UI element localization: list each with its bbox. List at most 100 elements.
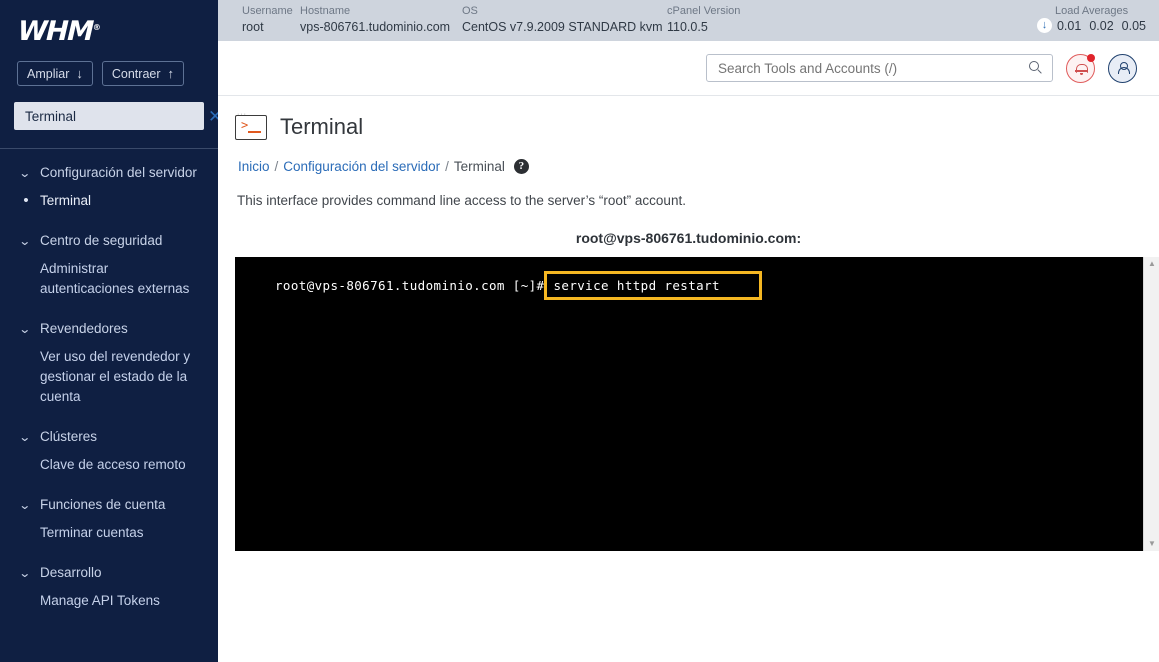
breadcrumb-separator: / <box>274 159 279 174</box>
whm-logo-text: WHM® <box>17 16 101 47</box>
arrow-down-icon: ↓ <box>76 66 83 81</box>
terminal-container: root@vps-806761.tudominio.com [~]# servi… <box>235 257 1159 551</box>
active-bullet-icon: • <box>23 192 29 209</box>
sidebar-group-clusteres[interactable]: ⌄ Clústeres <box>0 422 218 452</box>
info-username-value: root <box>242 20 264 34</box>
terminal-heading: root@vps-806761.tudominio.com: <box>575 230 802 246</box>
info-os: OS CentOS v7.9.2009 STANDARD kvm <box>462 4 667 36</box>
sidebar-search-input[interactable] <box>25 108 202 124</box>
load-1min: 0.01 <box>1056 18 1082 33</box>
sidebar-expand-collapse-controls: Ampliar ↓ Contraer ↑ <box>0 49 218 86</box>
sidebar-item-label: Administrar autenticaciones externas <box>40 261 190 296</box>
arrow-up-icon: ↑ <box>167 66 175 81</box>
sidebar-item-manage-api-tokens[interactable]: Manage API Tokens <box>0 588 218 614</box>
sidebar-item-label: Ver uso del revendedor y gestionar el es… <box>40 349 191 404</box>
sidebar-item-ver-uso-del-revendedor[interactable]: Ver uso del revendedor y gestionar el es… <box>0 344 218 410</box>
sidebar-item-clave-de-acceso-remoto[interactable]: Clave de acceso remoto <box>0 452 218 478</box>
global-search-box[interactable] <box>706 54 1053 82</box>
terminal-prompt: root@vps-806761.tudominio.com [~]# <box>275 278 545 293</box>
nav-group-account-functions: ⌄ Funciones de cuenta Terminar cuentas <box>0 490 218 546</box>
nav-group-server-configuration: ⌄ Configuración del servidor • Terminal <box>0 158 218 214</box>
scroll-down-icon[interactable]: ▼ <box>1148 540 1156 548</box>
sidebar-group-label: Desarrollo <box>40 565 102 580</box>
breadcrumb-home-link[interactable]: Inicio <box>238 159 270 174</box>
terminal-screen[interactable]: root@vps-806761.tudominio.com [~]# servi… <box>235 257 1143 551</box>
sidebar-group-label: Clústeres <box>40 429 98 444</box>
notification-badge <box>1087 53 1095 62</box>
notifications-button[interactable] <box>1066 53 1095 83</box>
search-icon[interactable] <box>1029 61 1043 75</box>
whm-logo[interactable]: WHM® <box>0 0 218 49</box>
search-input[interactable] <box>718 60 1029 76</box>
info-hostname: Hostname vps-806761.tudominio.com <box>300 4 462 36</box>
breadcrumb-separator: / <box>445 159 449 174</box>
load-15min: 0.05 <box>1121 18 1146 33</box>
sidebar-item-label: Terminal <box>40 193 92 208</box>
terminal-scrollbar[interactable]: ▲ ▼ <box>1143 257 1159 551</box>
chevron-down-icon: ⌄ <box>18 166 32 180</box>
sidebar-group-funciones-de-cuenta[interactable]: ⌄ Funciones de cuenta <box>0 490 218 520</box>
scroll-up-icon[interactable]: ▲ <box>1148 260 1156 268</box>
load-numbers: 0.01 0.02 0.05 <box>1057 19 1146 33</box>
help-icon[interactable]: ? <box>513 159 529 174</box>
info-username-label: Username <box>242 5 293 17</box>
sidebar-group-label: Centro de seguridad <box>40 233 163 248</box>
sidebar-group-centro-de-seguridad[interactable]: ⌄ Centro de seguridad <box>0 226 218 256</box>
nav-group-development: ⌄ Desarrollo Manage API Tokens <box>0 558 218 614</box>
arrow-down-icon: ↓ <box>1036 18 1052 33</box>
terminal-icon: ··· > <box>235 111 267 140</box>
whm-app-window: WHM® Ampliar ↓ Contraer ↑ ✕ ⌄ Configurac… <box>0 0 1159 662</box>
load-values-row: ↓ 0.01 0.02 0.05 <box>1036 18 1146 33</box>
clear-search-icon[interactable]: ✕ <box>202 108 218 125</box>
server-info-bar: Username root Hostname vps-806761.tudomi… <box>218 0 1159 41</box>
info-load-averages: Load Averages ↓ 0.01 0.02 0.05 <box>1036 4 1146 33</box>
info-hostname-label: Hostname <box>300 5 351 17</box>
sidebar-group-configuracion-del-servidor[interactable]: ⌄ Configuración del servidor <box>0 158 218 188</box>
chevron-down-icon: ⌄ <box>18 322 32 336</box>
info-username: Username root <box>242 4 300 36</box>
main-area: Username root Hostname vps-806761.tudomi… <box>218 0 1159 662</box>
expand-all-button[interactable]: Ampliar ↓ <box>17 61 93 86</box>
info-cpanel-label: cPanel Version <box>667 5 741 17</box>
sidebar-item-label: Clave de acceso remoto <box>40 457 186 472</box>
highlighted-command[interactable]: service httpd restart <box>544 271 763 300</box>
account-menu-button[interactable] <box>1108 53 1137 83</box>
sidebar-search-box[interactable]: ✕ <box>14 102 218 130</box>
breadcrumb-section-link[interactable]: Configuración del servidor <box>283 159 440 174</box>
breadcrumb-current: Terminal <box>453 159 505 174</box>
load-5min: 0.02 <box>1089 18 1114 33</box>
sidebar-group-desarrollo[interactable]: ⌄ Desarrollo <box>0 558 218 588</box>
collapse-all-label: Contraer <box>111 66 161 81</box>
collapse-all-button[interactable]: Contraer ↑ <box>101 61 185 86</box>
sidebar-group-revendedores[interactable]: ⌄ Revendedores <box>0 314 218 344</box>
page-header: ··· > Terminal <box>235 111 1159 140</box>
nav-group-resellers: ⌄ Revendedores Ver uso del revendedor y … <box>0 314 218 410</box>
nav-group-clusters: ⌄ Clústeres Clave de acceso remoto <box>0 422 218 478</box>
info-hostname-value: vps-806761.tudominio.com <box>300 20 451 34</box>
sidebar-group-label: Funciones de cuenta <box>40 497 166 512</box>
sidebar-item-terminar-cuentas[interactable]: Terminar cuentas <box>0 520 218 546</box>
info-os-value: CentOS v7.9.2009 STANDARD kvm <box>462 20 663 34</box>
chevron-down-icon: ⌄ <box>18 234 32 248</box>
chevron-down-icon: ⌄ <box>18 430 32 444</box>
breadcrumb: Inicio / Configuración del servidor / Te… <box>238 159 1159 174</box>
sidebar-item-label: Terminar cuentas <box>40 525 144 540</box>
sidebar-group-label: Revendedores <box>40 321 128 336</box>
sidebar-group-label: Configuración del servidor <box>40 165 197 180</box>
user-icon <box>1117 62 1130 74</box>
sidebar-item-terminal[interactable]: • Terminal <box>0 188 218 214</box>
chevron-down-icon: ⌄ <box>18 498 32 512</box>
expand-all-label: Ampliar <box>27 66 70 81</box>
sidebar-item-administrar-autenticaciones-externas[interactable]: Administrar autenticaciones externas <box>0 256 218 302</box>
terminal-line: root@vps-806761.tudominio.com [~]# servi… <box>235 271 1143 300</box>
top-toolbar <box>218 41 1159 96</box>
info-os-label: OS <box>462 5 478 17</box>
bell-icon <box>1074 63 1088 75</box>
page-description: This interface provides command line acc… <box>237 193 686 208</box>
info-cpanel-value: 110.0.5 <box>667 20 708 34</box>
chevron-down-icon: ⌄ <box>18 566 32 580</box>
